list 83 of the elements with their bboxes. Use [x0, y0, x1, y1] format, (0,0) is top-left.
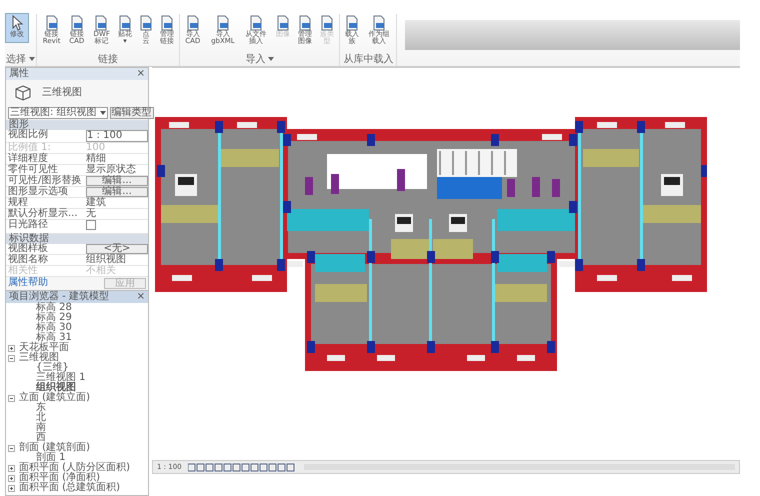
property-value: 不相关 [86, 266, 117, 276]
edit-button[interactable]: 编辑... [86, 176, 148, 186]
scale-field[interactable]: 1 : 100 [86, 130, 148, 142]
close-button[interactable]: × [136, 69, 145, 79]
collapse-icon[interactable] [8, 394, 15, 402]
tree-item[interactable]: 面积平面 (净面积) [19, 473, 100, 483]
tree-item[interactable]: 立面 (建筑立面) [19, 393, 90, 403]
panel-title: 属性 [9, 69, 29, 79]
property-value: 无 [86, 209, 97, 219]
panel-title: 链接 [98, 52, 118, 66]
tree-item[interactable]: 组织视图 [36, 383, 76, 393]
edit-button[interactable]: <无> [86, 244, 148, 254]
tree-item[interactable]: 三维视图 1 [36, 373, 86, 383]
tree-item[interactable]: 三维视图 [19, 353, 59, 363]
panel-title: 项目浏览器 - 建筑模型 [9, 292, 109, 302]
expand-icon[interactable] [8, 474, 15, 482]
tree-item[interactable]: 东 [36, 403, 46, 413]
group-header[interactable]: 图形 [6, 120, 148, 130]
panel-title: 选择 [6, 52, 26, 66]
property-label: 视图比例 [7, 130, 49, 142]
help-link[interactable]: 属性帮助 [8, 278, 48, 289]
document-icon [184, 15, 201, 31]
document-icon [44, 15, 60, 31]
caret-icon[interactable] [29, 57, 35, 61]
panel-title: 从库中载入 [343, 52, 394, 66]
document-icon [117, 15, 134, 31]
panel-title: 导入 [245, 52, 266, 66]
edit-type-button[interactable]: 编辑类型 [110, 107, 154, 119]
tree-item[interactable]: {三维} [36, 363, 69, 373]
tree-item[interactable]: 天花板平面 [19, 343, 69, 353]
tree-item[interactable]: 南 [36, 423, 46, 433]
tree-item[interactable]: 面积平面 (总建筑面积) [19, 483, 120, 493]
caret-icon [100, 111, 106, 115]
collapse-icon[interactable] [8, 354, 15, 362]
document-icon [138, 15, 154, 31]
expand-icon[interactable] [8, 484, 15, 492]
property-label: 详细程度 [7, 154, 48, 164]
property-label: 规程 [7, 198, 29, 208]
property-label: 相关性 [7, 266, 39, 276]
close-button[interactable]: × [136, 292, 145, 302]
property-label: 可见性/图形替换 [7, 176, 82, 186]
cube-icon [14, 84, 32, 102]
document-icon [371, 15, 388, 31]
collapse-icon[interactable] [8, 444, 15, 452]
property-label: 视图名称 [7, 255, 49, 265]
tree-item[interactable]: 剖面 1 [36, 453, 66, 463]
cursor-icon [10, 15, 24, 31]
property-value: 显示原状态 [86, 165, 137, 175]
group-header[interactable]: 标识数据 [6, 234, 148, 244]
property-label: 日光路径 [7, 220, 49, 232]
property-label: 视图样板 [7, 244, 49, 254]
property-label: 默认分析显示... [7, 209, 79, 219]
expand-icon[interactable] [8, 344, 15, 352]
document-icon [275, 15, 292, 31]
type-name: 三维视图 [42, 88, 82, 98]
document-icon [214, 15, 231, 31]
edit-button[interactable]: 编辑... [86, 187, 148, 197]
tree-item[interactable]: 标高 31 [36, 333, 72, 343]
document-icon [297, 15, 314, 31]
tree-item[interactable]: 北 [36, 413, 46, 423]
tree-item[interactable]: 标高 28 [36, 303, 72, 313]
property-label: 零件可见性 [7, 165, 59, 175]
tree-item[interactable]: 标高 29 [36, 313, 72, 323]
property-label: 图形显示选项 [7, 187, 69, 197]
tree-item[interactable]: 西 [36, 433, 46, 443]
property-value: 组织视图 [86, 255, 127, 265]
property-label: 比例值 1: [7, 143, 52, 153]
document-icon [69, 15, 86, 31]
document-icon [93, 15, 110, 31]
document-icon [159, 15, 176, 31]
tree-item[interactable]: 剖面 (建筑剖面) [19, 443, 90, 453]
document-icon [248, 15, 264, 31]
property-value: 100 [86, 143, 106, 153]
property-value: 精细 [86, 154, 107, 164]
property-value: 建筑 [86, 198, 107, 208]
checkbox[interactable] [86, 220, 96, 230]
tree-item[interactable]: 标高 30 [36, 323, 72, 333]
type-selector[interactable]: 三维视图: 组织视图 [8, 107, 108, 119]
document-icon [319, 15, 336, 31]
document-icon [344, 15, 360, 31]
caret-icon[interactable] [268, 57, 274, 61]
expand-icon[interactable] [8, 464, 15, 472]
tree-item[interactable]: 面积平面 (人防分区面积) [19, 463, 130, 473]
